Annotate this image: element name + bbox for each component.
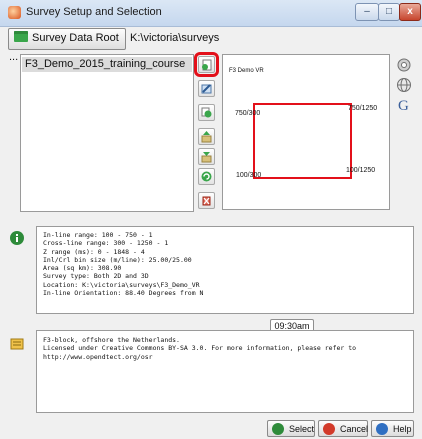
minimize-button[interactable]: – xyxy=(355,3,379,21)
new-survey-icon xyxy=(202,59,212,71)
info-crossline-range: Cross-line range: 300 - 1250 - 1 xyxy=(43,239,169,248)
corner-top-left: 750/300 xyxy=(235,110,261,117)
survey-outline xyxy=(253,103,352,179)
remove-survey-icon xyxy=(202,196,211,206)
corner-bottom-right: 100/1250 xyxy=(346,167,376,174)
refresh-icon xyxy=(201,171,212,182)
refresh-button[interactable] xyxy=(198,168,215,185)
info-area: Area (sq km): 308.90 xyxy=(43,264,122,273)
data-root-path: K:\victoria\surveys xyxy=(130,32,220,44)
survey-data-root-button[interactable]: Survey Data Root ... xyxy=(8,28,126,63)
remove-survey-button[interactable] xyxy=(198,192,215,209)
select-button[interactable]: Select xyxy=(267,420,315,437)
info-icon xyxy=(10,231,24,245)
export-survey-button[interactable] xyxy=(198,148,215,165)
corner-bottom-left: 100/300 xyxy=(236,172,262,179)
survey-info-panel: In-line range: 100 - 750 - 1 Cross-line … xyxy=(36,226,414,314)
help-button[interactable]: Help xyxy=(371,420,414,437)
survey-map-preview: F3 Demo VR 750/300 750/1250 100/300 100/… xyxy=(222,54,390,210)
checkmark-icon xyxy=(272,423,284,435)
cancel-button[interactable]: Cancel xyxy=(318,420,368,437)
settings-icon[interactable] xyxy=(396,57,412,73)
map-survey-name: F3 Demo VR xyxy=(229,68,264,74)
notes-line: http://www.opendtect.org/osr xyxy=(43,352,153,361)
copy-survey-icon xyxy=(201,107,212,118)
window-title: Survey Setup and Selection xyxy=(26,6,162,18)
folder-icon xyxy=(14,31,28,42)
info-orientation: In-line Orientation: 88.40 Degrees from … xyxy=(43,289,204,298)
survey-list-item[interactable]: F3_Demo_2015_training_course xyxy=(22,57,192,72)
survey-setup-window: Survey Setup and Selection – □ x Survey … xyxy=(0,0,422,439)
select-label: Select xyxy=(289,424,315,434)
info-bin-size: Inl/Crl bin size (m/line): 25.00/25.00 xyxy=(43,255,192,264)
notes-line: F3-block, offshore the Netherlands. xyxy=(43,336,180,344)
globe-icon[interactable] xyxy=(396,77,412,93)
import-survey-button[interactable] xyxy=(198,128,215,145)
export-survey-icon xyxy=(201,152,212,163)
notes-line: Licensed under Creative Commons BY-SA 3.… xyxy=(43,344,357,353)
edit-survey-button[interactable] xyxy=(198,80,215,97)
cancel-label: Cancel xyxy=(340,424,369,434)
info-survey-type: Survey type: Both 2D and 3D xyxy=(43,272,149,281)
survey-notes-panel[interactable]: F3-block, offshore the Netherlands. Lice… xyxy=(36,330,414,413)
close-button[interactable]: x xyxy=(399,3,421,21)
app-icon xyxy=(8,6,21,19)
cancel-icon xyxy=(323,423,335,435)
edit-survey-icon xyxy=(201,84,212,94)
google-icon[interactable]: G xyxy=(396,97,412,113)
help-label: Help xyxy=(393,424,412,434)
copy-survey-button[interactable] xyxy=(198,104,215,121)
info-location: Location: K:\victoria\surveys\F3_Demo_VR xyxy=(43,280,200,289)
title-bar: Survey Setup and Selection – □ x xyxy=(0,0,422,27)
corner-top-right: 750/1250 xyxy=(348,105,378,112)
svg-text:G: G xyxy=(398,98,409,113)
help-icon xyxy=(376,423,388,435)
survey-list[interactable]: F3_Demo_2015_training_course xyxy=(20,54,194,212)
import-survey-icon xyxy=(201,131,212,143)
notes-icon xyxy=(10,338,24,350)
maximize-button[interactable]: □ xyxy=(378,3,400,21)
new-survey-button[interactable] xyxy=(194,52,219,77)
info-z-range: Z range (ms): 0 - 1848 - 4 xyxy=(43,247,145,256)
info-inline-range: In-line range: 100 - 750 - 1 xyxy=(43,231,153,239)
